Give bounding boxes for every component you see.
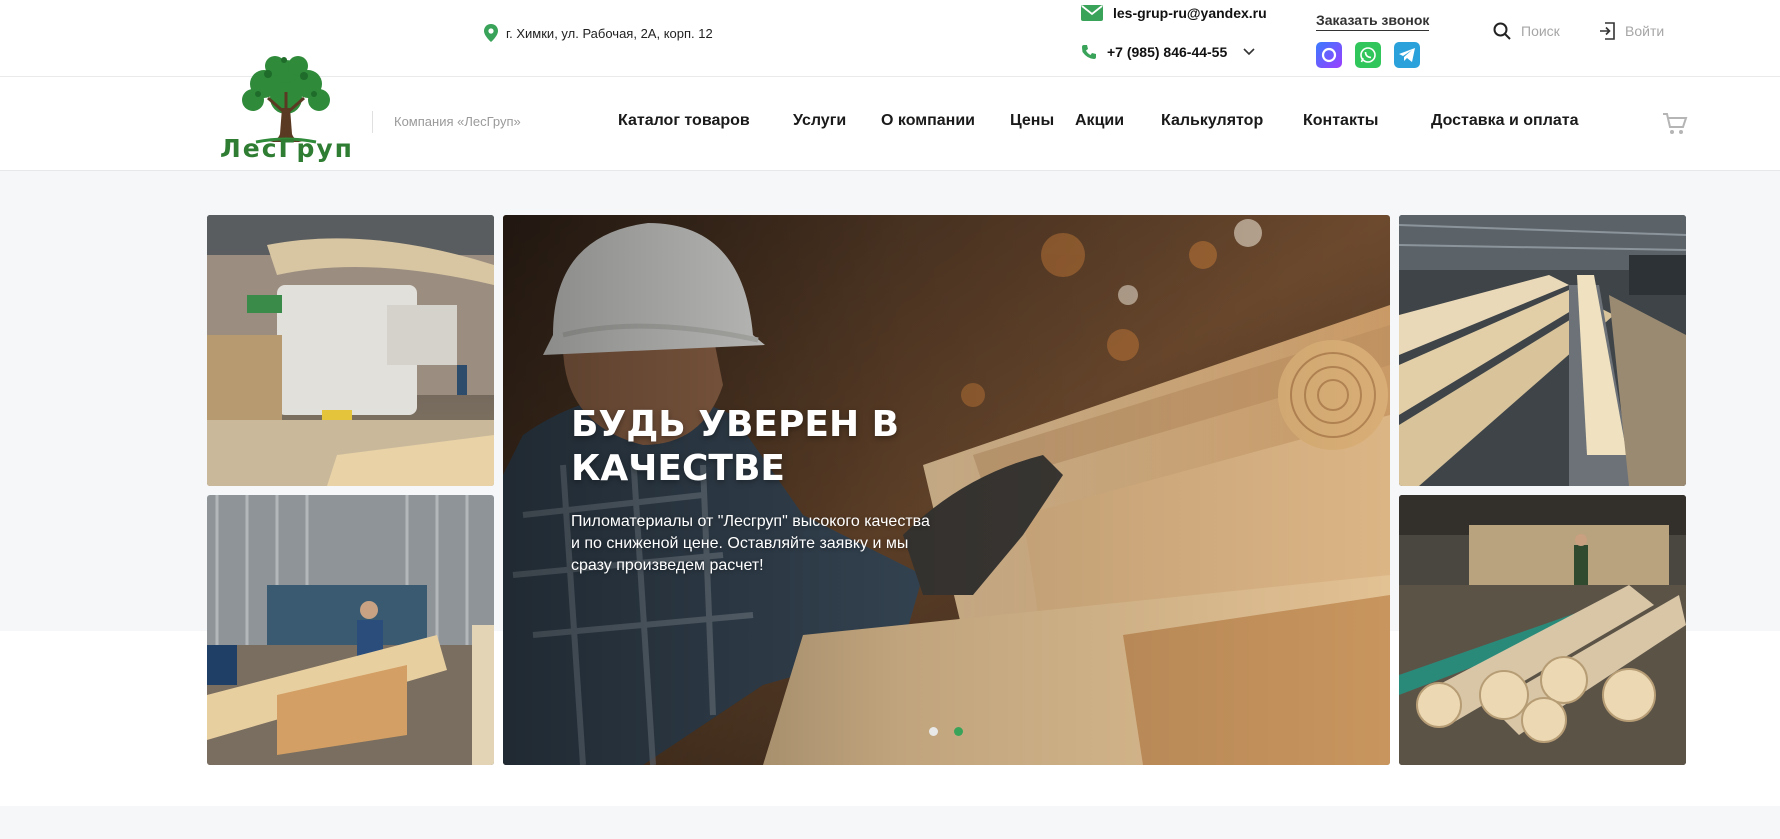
nav-item-services[interactable]: Услуги (793, 112, 846, 130)
search-icon (1493, 22, 1511, 40)
max-icon[interactable] (1316, 42, 1342, 68)
slider-pagination (929, 727, 963, 736)
telegram-icon[interactable] (1394, 42, 1420, 68)
nav-item-contacts[interactable]: Контакты (1303, 112, 1378, 130)
email-text: les-grup-ru@yandex.ru (1113, 5, 1267, 21)
email-link[interactable]: les-grup-ru@yandex.ru (1081, 5, 1267, 21)
gallery-image-workshop[interactable] (207, 495, 494, 765)
nav-item-calculator[interactable]: Калькулятор (1161, 112, 1263, 130)
nav-item-catalog[interactable]: Каталог товаров (618, 112, 750, 130)
mail-icon (1081, 5, 1103, 21)
hero-title: БУДЬ УВЕРЕН В КАЧЕСТВЕ (571, 404, 900, 489)
login-label: Войти (1625, 23, 1665, 39)
phone-text: +7 (985) 846-44-55 (1107, 44, 1228, 60)
phone-icon (1082, 45, 1096, 59)
chevron-down-icon[interactable] (1243, 48, 1255, 56)
login-button[interactable]: Войти (1599, 22, 1664, 40)
nav-item-delivery[interactable]: Доставка и оплата (1431, 112, 1579, 130)
slider-dot-1[interactable] (929, 727, 938, 736)
page: ЛесГруп Компания «ЛесГруп» г. Химки, ул.… (0, 0, 1780, 839)
phone-dropdown[interactable]: +7 (985) 846-44-55 (1081, 44, 1255, 60)
search-button[interactable]: Поиск (1493, 22, 1560, 40)
gallery-image-logs[interactable] (1399, 495, 1686, 765)
address: г. Химки, ул. Рабочая, 2А, корп. 12 (484, 24, 713, 42)
nav-item-promotions[interactable]: Акции (1075, 112, 1124, 130)
nav-item-about[interactable]: О компании (881, 112, 975, 130)
callback-link[interactable]: Заказать звонок (1316, 12, 1430, 31)
logo-text[interactable]: ЛесГруп (220, 134, 354, 163)
next-section-band (0, 806, 1780, 839)
whatsapp-icon[interactable] (1355, 42, 1381, 68)
messenger-links (1316, 42, 1420, 68)
nav-item-prices[interactable]: Цены (1010, 112, 1054, 130)
hero-slider[interactable]: БУДЬ УВЕРЕН В КАЧЕСТВЕ Пиломатериалы от … (503, 215, 1390, 765)
gallery-image-sawmill[interactable] (1399, 215, 1686, 486)
slider-dot-2-active[interactable] (954, 727, 963, 736)
search-label: Поиск (1521, 23, 1560, 39)
site-header: ЛесГруп Компания «ЛесГруп» г. Химки, ул.… (0, 0, 1780, 171)
login-icon (1600, 22, 1615, 40)
hero-subtitle: Пиломатериалы от "Лесгруп" высокого каче… (571, 513, 930, 574)
address-text: г. Химки, ул. Рабочая, 2А, корп. 12 (506, 25, 713, 41)
location-pin-icon (484, 24, 498, 42)
cart-icon[interactable] (1662, 110, 1688, 136)
main-nav: Каталог товаров Услуги О компании Цены А… (0, 112, 1780, 136)
gallery-image-machine[interactable] (207, 215, 494, 486)
